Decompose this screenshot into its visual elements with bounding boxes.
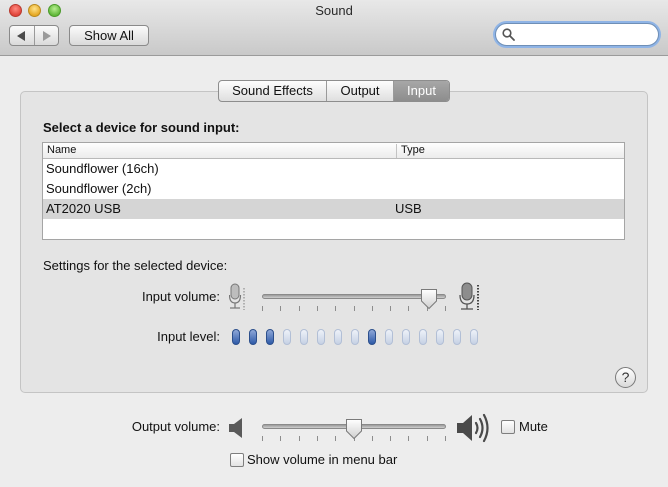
slider-tick: [408, 306, 409, 311]
level-pip: [334, 329, 342, 345]
level-pip: [249, 329, 257, 345]
level-pip: [385, 329, 393, 345]
show-volume-label[interactable]: Show volume in menu bar: [247, 452, 397, 467]
mute-checkbox[interactable]: [501, 420, 515, 434]
speaker-low-icon: [229, 418, 242, 438]
slider-tick: [317, 436, 318, 441]
column-header-name[interactable]: Name: [47, 144, 76, 156]
mute-label[interactable]: Mute: [519, 419, 548, 434]
level-pip: [368, 329, 376, 345]
slider-tick: [427, 436, 428, 441]
show-volume-checkbox[interactable]: [230, 453, 244, 467]
settings-label: Settings for the selected device:: [43, 258, 228, 273]
slider-tick: [372, 436, 373, 441]
level-pip: [419, 329, 427, 345]
input-volume-ticks: [262, 306, 446, 312]
slider-tick: [390, 436, 391, 441]
table-row-selected[interactable]: AT2020 USB USB: [43, 199, 624, 219]
tab-bar: Sound Effects Output Input: [218, 80, 450, 102]
slider-tick: [299, 306, 300, 311]
input-volume-knob[interactable]: [420, 288, 438, 310]
slider-tick: [390, 306, 391, 311]
table-row[interactable]: Soundflower (16ch): [43, 159, 624, 179]
input-volume-track[interactable]: [262, 294, 446, 299]
microphone-low-icon: [229, 283, 245, 310]
level-pip: [232, 329, 240, 345]
table-header: Name Type: [43, 143, 624, 159]
input-level-label: Input level:: [157, 329, 220, 344]
level-pip: [402, 329, 410, 345]
back-button[interactable]: [10, 26, 34, 45]
show-all-button[interactable]: Show All: [69, 25, 149, 46]
device-list-heading: Select a device for sound input:: [43, 120, 240, 135]
slider-tick: [262, 306, 263, 311]
device-name: AT2020 USB: [46, 201, 121, 216]
slider-tick: [262, 436, 263, 441]
search-icon: [502, 28, 515, 41]
tab-sound-effects[interactable]: Sound Effects: [219, 81, 326, 101]
level-pip: [266, 329, 274, 345]
column-header-type[interactable]: Type: [396, 144, 425, 158]
slider-tick: [280, 436, 281, 441]
level-pip: [436, 329, 444, 345]
window-title: Sound: [315, 3, 353, 18]
slider-tick: [445, 306, 446, 311]
titlebar: Sound Show All: [0, 0, 668, 56]
search-input[interactable]: [518, 26, 653, 43]
slider-tick: [354, 306, 355, 311]
level-pip: [351, 329, 359, 345]
slider-tick: [372, 306, 373, 311]
level-pip: [300, 329, 308, 345]
input-device-table[interactable]: Name Type Soundflower (16ch) Soundflower…: [42, 142, 625, 240]
sound-preferences-window: Sound Show All Sound Effects Output Inpu…: [0, 0, 668, 487]
slider-tick: [335, 306, 336, 311]
level-pip: [470, 329, 478, 345]
tab-output[interactable]: Output: [326, 81, 393, 101]
back-forward-control: [9, 25, 59, 46]
help-button[interactable]: ?: [615, 367, 636, 388]
speaker-high-icon: [457, 413, 489, 443]
tab-content-panel: [20, 91, 648, 393]
slider-tick: [408, 436, 409, 441]
slider-tick: [445, 436, 446, 441]
forward-button[interactable]: [33, 26, 58, 45]
level-pip: [283, 329, 291, 345]
device-name: Soundflower (2ch): [46, 181, 152, 196]
output-volume-label: Output volume:: [131, 419, 220, 434]
input-level-meter: [232, 329, 482, 345]
device-name: Soundflower (16ch): [46, 161, 159, 176]
table-row[interactable]: Soundflower (2ch): [43, 179, 624, 199]
back-arrow-icon: [17, 30, 26, 41]
slider-tick: [317, 306, 318, 311]
forward-arrow-icon: [42, 30, 51, 41]
input-volume-label: Input volume:: [141, 289, 220, 304]
level-pip: [317, 329, 325, 345]
slider-tick: [280, 306, 281, 311]
search-field[interactable]: [495, 23, 659, 46]
microphone-high-icon: [459, 282, 479, 310]
slider-tick: [335, 436, 336, 441]
device-type: USB: [395, 201, 422, 216]
slider-tick: [299, 436, 300, 441]
level-pip: [453, 329, 461, 345]
output-volume-knob[interactable]: [345, 418, 363, 440]
tab-input[interactable]: Input: [393, 81, 449, 101]
